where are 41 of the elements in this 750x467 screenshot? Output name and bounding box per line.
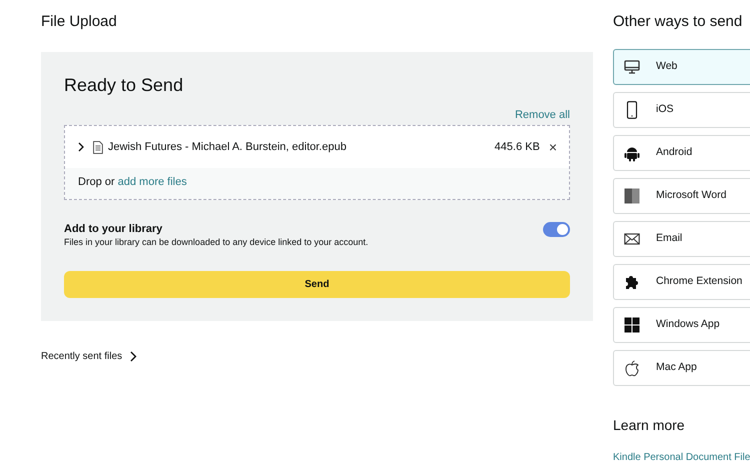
learn-more-title: Learn more — [613, 416, 686, 434]
remove-file-button[interactable]: × — [548, 141, 557, 153]
document-icon — [93, 140, 103, 154]
file-size: 445.6 KB — [494, 140, 540, 155]
windows-grid-icon — [624, 316, 640, 334]
drop-text: Drop or — [78, 176, 116, 188]
word-document-icon — [624, 187, 640, 205]
option-label: Chrome Extension — [656, 274, 742, 290]
chevron-right-icon[interactable] — [77, 142, 85, 152]
sidebar-title: Other ways to send — [613, 12, 744, 32]
send-option[interactable]: Android — [613, 135, 750, 171]
option-label: iOS — [656, 102, 674, 118]
option-label: Microsoft Word — [656, 188, 726, 204]
add-files-link[interactable]: add more files — [118, 176, 187, 188]
file-name: Jewish Futures - Michael A. Burstein, editor.epub — [108, 140, 348, 155]
send-option[interactable]: Web — [613, 49, 750, 85]
page-title: File Upload — [41, 12, 118, 32]
phone-icon — [624, 101, 640, 119]
option-label: Windows App — [656, 317, 720, 332]
monitor-icon — [624, 58, 640, 76]
option-label: Email — [656, 231, 682, 246]
recently-sent-link[interactable]: Recently sent files — [41, 348, 122, 364]
send-button[interactable]: Send — [64, 270, 570, 298]
send-option[interactable]: Chrome Extension — [613, 264, 750, 300]
send-option[interactable]: Microsoft Word — [613, 178, 750, 214]
apple-icon — [624, 359, 640, 377]
panel-title: Ready to Send — [64, 74, 184, 96]
send-option[interactable]: Windows App — [613, 307, 750, 343]
send-option[interactable]: Mac App — [613, 350, 750, 386]
send-option[interactable]: iOS — [613, 92, 750, 128]
chevron-right-icon — [130, 350, 138, 362]
send-option[interactable]: Email — [613, 221, 750, 257]
library-description: Files in your library can be downloaded to any device linked to your account. — [64, 236, 368, 248]
option-label: Web — [656, 59, 678, 74]
learn-more-link[interactable]: Kindle Personal Document File — [613, 450, 750, 465]
option-label: Mac App — [656, 360, 697, 376]
library-toggle[interactable] — [543, 222, 570, 236]
library-label: Add to your library — [64, 222, 164, 236]
puzzle-piece-icon — [624, 273, 640, 291]
option-label: Android — [656, 145, 692, 160]
remove-all-link[interactable]: Remove all — [514, 109, 570, 121]
